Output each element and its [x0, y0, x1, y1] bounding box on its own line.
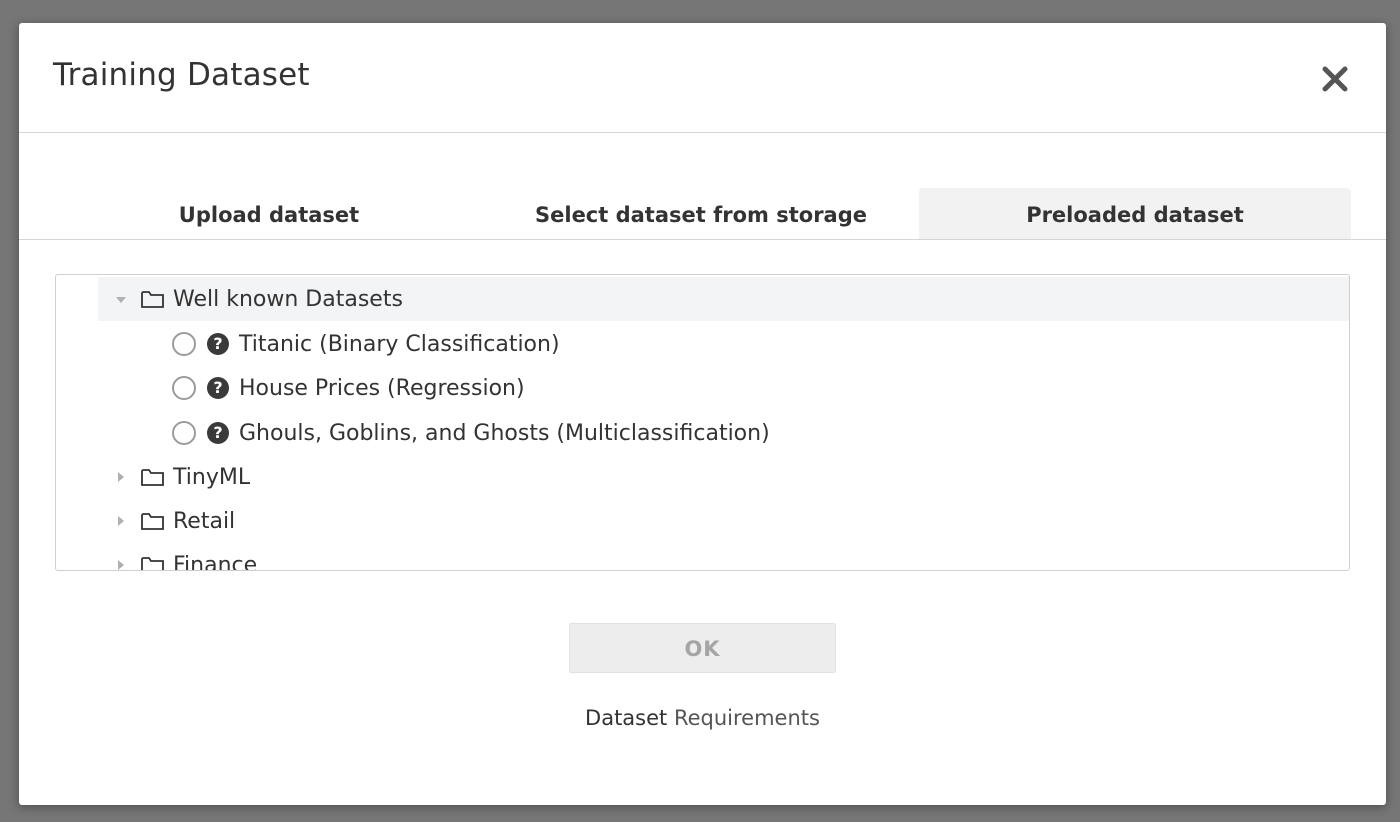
- radio-titanic[interactable]: [172, 332, 196, 356]
- tab-upload-dataset[interactable]: Upload dataset: [44, 188, 494, 239]
- ok-button[interactable]: OK: [569, 623, 836, 673]
- radio-house-prices[interactable]: [172, 376, 196, 400]
- question-circle-icon[interactable]: ?: [207, 377, 229, 399]
- training-dataset-modal: Training Dataset Upload dataset Select d…: [19, 23, 1386, 805]
- folder-icon: [141, 291, 164, 308]
- folder-label: Finance: [173, 552, 258, 571]
- modal-header: Training Dataset: [19, 23, 1386, 133]
- dataset-item-label: House Prices (Regression): [239, 375, 525, 401]
- dataset-item-label: Titanic (Binary Classification): [239, 331, 560, 357]
- modal-title: Training Dataset: [53, 57, 310, 93]
- requirements-prefix: Dataset: [585, 706, 668, 730]
- question-circle-icon[interactable]: ?: [207, 422, 229, 444]
- folder-label: Retail: [173, 508, 236, 534]
- dataset-source-tabs: Upload dataset Select dataset from stora…: [19, 188, 1386, 240]
- dataset-item-house-prices[interactable]: ? House Prices (Regression): [98, 366, 1349, 410]
- expand-arrow-icon[interactable]: [118, 472, 124, 482]
- radio-ghouls[interactable]: [172, 421, 196, 445]
- close-icon[interactable]: [1320, 64, 1350, 94]
- tree-folder-finance[interactable]: Finance: [98, 543, 1349, 571]
- tab-select-from-storage[interactable]: Select dataset from storage: [485, 188, 917, 239]
- folder-label: TinyML: [173, 464, 251, 490]
- folder-icon: [141, 557, 164, 570]
- dataset-item-ghouls[interactable]: ? Ghouls, Goblins, and Ghosts (Multiclas…: [98, 411, 1349, 455]
- dataset-tree[interactable]: Well known Datasets ? Titanic (Binary Cl…: [55, 274, 1350, 571]
- folder-label: Well known Datasets: [173, 286, 403, 312]
- expand-arrow-icon[interactable]: [118, 516, 124, 526]
- expand-arrow-icon[interactable]: [118, 560, 124, 570]
- dataset-item-titanic[interactable]: ? Titanic (Binary Classification): [98, 322, 1349, 366]
- tab-preloaded-dataset[interactable]: Preloaded dataset: [919, 188, 1351, 239]
- folder-icon: [141, 513, 164, 530]
- folder-icon: [141, 469, 164, 486]
- collapse-arrow-icon[interactable]: [116, 297, 126, 303]
- dataset-requirements: Dataset Requirements: [19, 706, 1386, 730]
- dataset-item-label: Ghouls, Goblins, and Ghosts (Multiclassi…: [239, 420, 770, 446]
- tree-folder-tinyml[interactable]: TinyML: [98, 455, 1349, 499]
- tree-folder-retail[interactable]: Retail: [98, 499, 1349, 543]
- requirements-link[interactable]: Requirements: [674, 706, 820, 730]
- question-circle-icon[interactable]: ?: [207, 333, 229, 355]
- tree-folder-well-known[interactable]: Well known Datasets: [98, 277, 1349, 321]
